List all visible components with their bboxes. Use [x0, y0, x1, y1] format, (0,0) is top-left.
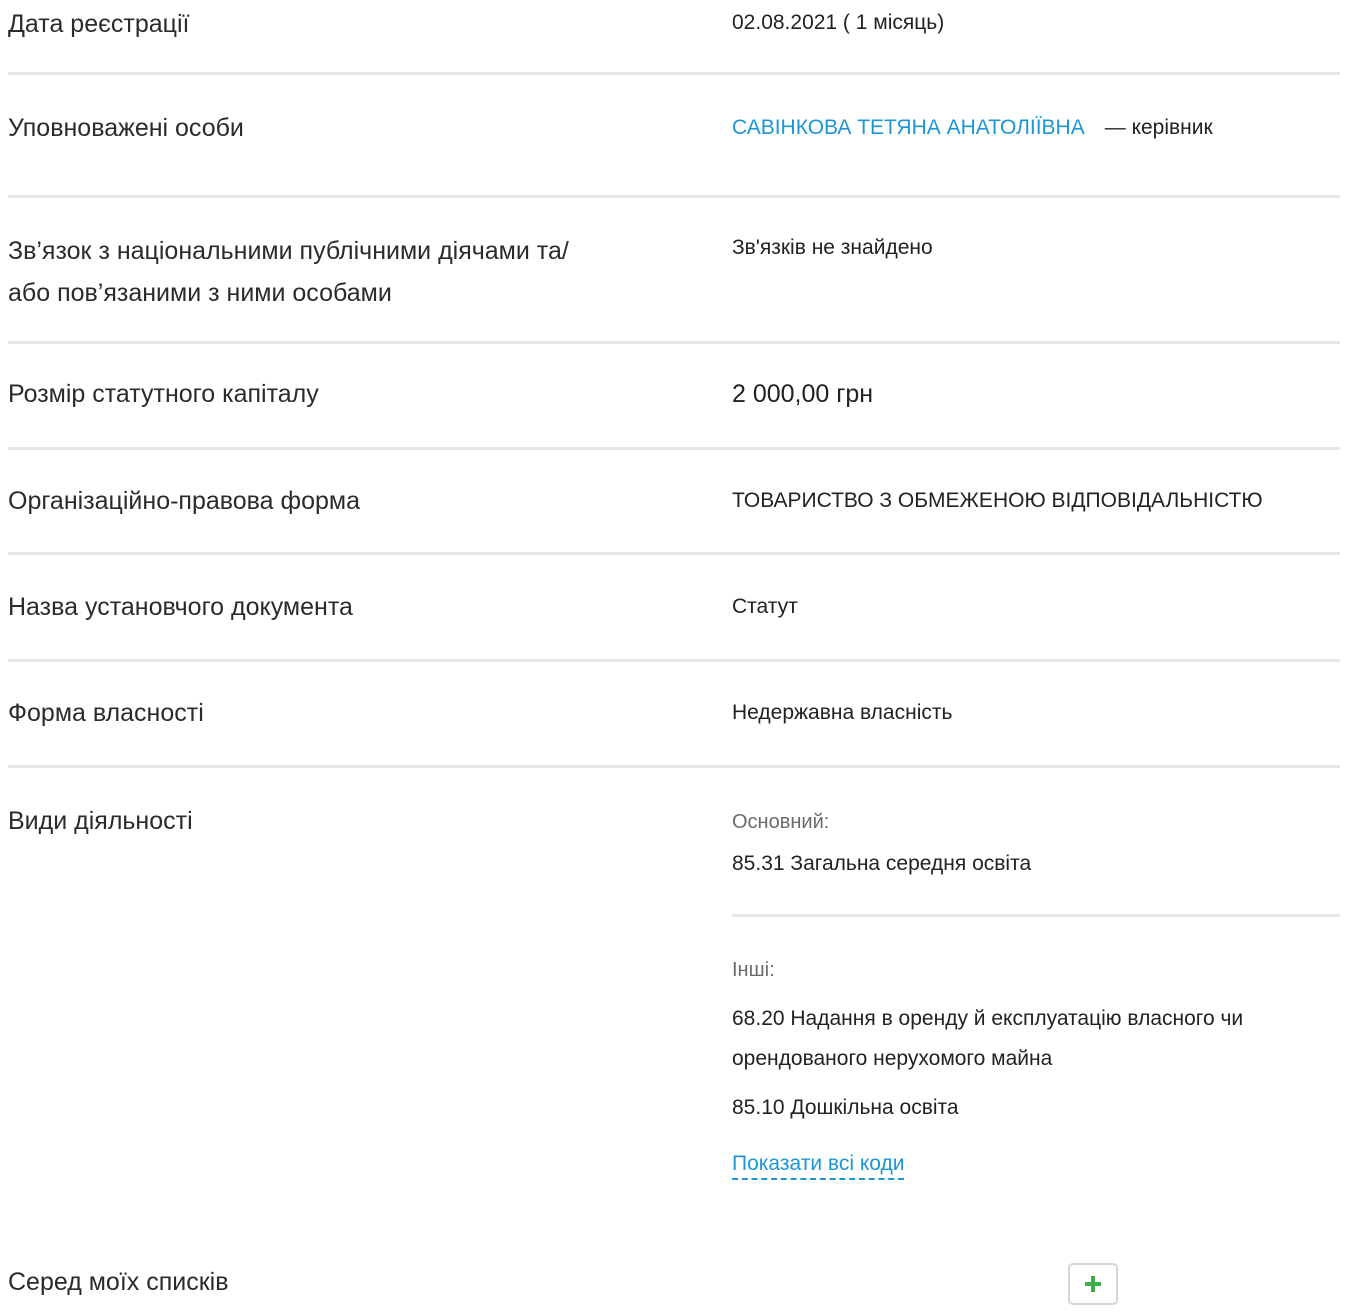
- divider: [8, 552, 1340, 555]
- other-activity-item-line1: 68.20 Надання в оренду й експлуатацію вл…: [732, 1007, 1244, 1030]
- other-activity-item: 68.20 Надання в оренду й експлуатацію вл…: [732, 999, 1243, 1079]
- main-activity-item: 85.31 Загальна середня освіта: [732, 852, 1032, 875]
- person-role: — керівник: [1104, 116, 1213, 139]
- registration-date-label: Дата реєстрації: [8, 10, 190, 38]
- activities-label: Види діяльності: [8, 807, 193, 835]
- pep-links-label: Зв’язок з національними публічними діяча…: [8, 230, 569, 314]
- pep-links-label-line2: або пов’язаними з ними особами: [8, 279, 392, 307]
- authorized-persons-value: САВІНКОВА ТЕТЯНА АНАТОЛІЇВНА — керівник: [732, 113, 1213, 143]
- divider: [8, 765, 1340, 768]
- divider: [8, 195, 1340, 198]
- authorized-persons-label: Уповноважені особи: [8, 114, 244, 142]
- other-activity-item-line2: орендованого нерухомого майна: [732, 1047, 1053, 1070]
- add-to-list-button[interactable]: [1068, 1263, 1118, 1305]
- activities-sub-divider: [732, 914, 1340, 917]
- founding-document-value: Статут: [732, 595, 798, 618]
- capital-value: 2 000,00 грн: [732, 380, 874, 408]
- my-lists-label: Серед моїх списків: [8, 1268, 229, 1296]
- main-activity-heading: Основний:: [732, 811, 830, 833]
- show-all-codes-link[interactable]: Показати всі коди: [732, 1152, 905, 1180]
- divider: [8, 72, 1340, 75]
- legal-form-value: ТОВАРИСТВО З ОБМЕЖЕНОЮ ВІДПОВІДАЛЬНІСТЮ: [732, 489, 1263, 512]
- legal-form-label: Організаційно-правова форма: [8, 487, 360, 515]
- ownership-value: Недержавна власність: [732, 701, 953, 724]
- pep-links-value: Зв'язків не знайдено: [732, 236, 933, 259]
- divider: [8, 447, 1340, 450]
- show-all-codes-container: Показати всі коди: [732, 1149, 905, 1180]
- divider: [8, 341, 1340, 344]
- founding-document-label: Назва установчого документа: [8, 593, 353, 621]
- capital-label: Розмір статутного капіталу: [8, 380, 319, 408]
- registration-date-value: 02.08.2021 ( 1 місяць): [732, 11, 945, 34]
- other-activity-item: 85.10 Дошкільна освіта: [732, 1096, 959, 1119]
- person-name-link[interactable]: САВІНКОВА ТЕТЯНА АНАТОЛІЇВНА: [732, 116, 1085, 139]
- pep-links-label-line1: Зв’язок з національними публічними діяча…: [8, 237, 569, 265]
- divider: [8, 659, 1340, 662]
- ownership-label: Форма власності: [8, 699, 204, 727]
- plus-icon: [1085, 1276, 1101, 1292]
- other-activities-heading: Інші:: [732, 959, 775, 981]
